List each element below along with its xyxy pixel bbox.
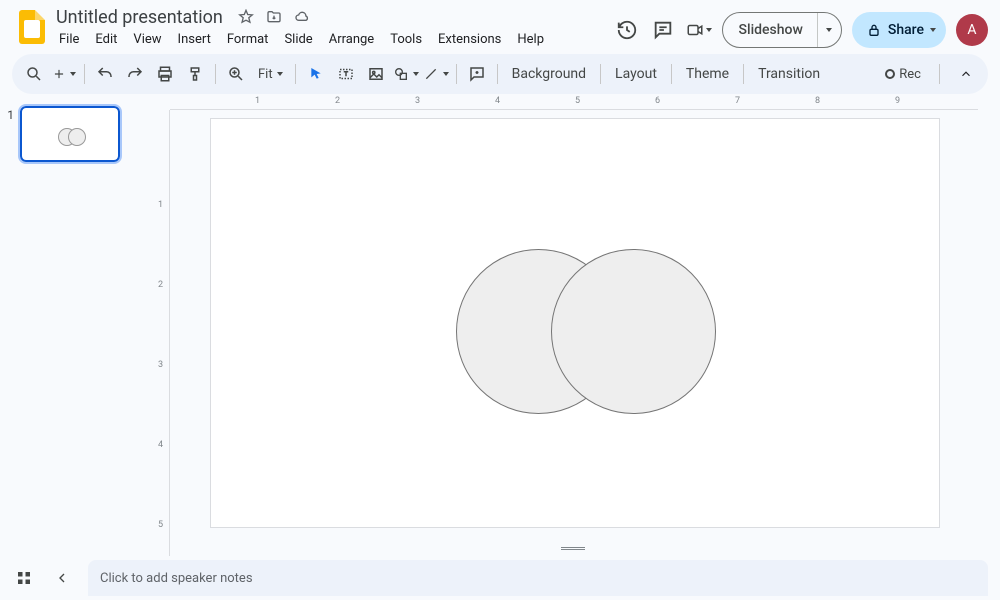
separator xyxy=(600,64,601,84)
speaker-notes-input[interactable]: Click to add speaker notes xyxy=(88,560,988,596)
slide-canvas[interactable] xyxy=(210,118,940,528)
move-folder-icon[interactable] xyxy=(265,8,283,26)
menu-format[interactable]: Format xyxy=(220,30,276,49)
grid-view-icon[interactable] xyxy=(12,566,36,590)
transition-button[interactable]: Transition xyxy=(750,60,828,88)
menu-edit[interactable]: Edit xyxy=(88,30,124,49)
menu-insert[interactable]: Insert xyxy=(171,30,218,49)
explore-collapse-icon[interactable] xyxy=(50,566,74,590)
menu-bar: File Edit View Insert Format Slide Arran… xyxy=(52,28,614,50)
menu-help[interactable]: Help xyxy=(510,30,551,49)
header-right: Slideshow Share A xyxy=(614,6,988,48)
slideshow-dropdown[interactable] xyxy=(817,13,841,47)
separator xyxy=(456,64,457,84)
separator xyxy=(215,64,216,84)
select-tool-icon[interactable] xyxy=(302,60,330,88)
canvas-area: 1 1 2 3 4 5 6 7 8 9 1 2 3 4 5 xyxy=(146,94,1000,556)
share-dropdown-icon xyxy=(930,28,936,32)
menu-extensions[interactable]: Extensions xyxy=(431,30,508,49)
new-slide-button[interactable] xyxy=(50,60,78,88)
cloud-status-icon[interactable] xyxy=(293,8,311,26)
title-row: Untitled presentation xyxy=(52,6,614,28)
search-menus-icon[interactable] xyxy=(20,60,48,88)
background-button[interactable]: Background xyxy=(504,60,594,88)
collapse-toolbar-icon[interactable] xyxy=(952,60,980,88)
share-button[interactable]: Share xyxy=(852,12,946,48)
slideshow-button[interactable]: Slideshow xyxy=(722,12,842,48)
menu-arrange[interactable]: Arrange xyxy=(322,30,381,49)
toolbar-wrap: Fit Background Layout Theme Transition R… xyxy=(0,50,1000,94)
slides-logo[interactable] xyxy=(19,10,45,44)
separator xyxy=(84,64,85,84)
separator xyxy=(295,64,296,84)
image-icon[interactable] xyxy=(362,60,390,88)
account-avatar[interactable]: A xyxy=(956,14,988,46)
ruler-vertical[interactable]: 1 2 3 4 5 xyxy=(154,110,170,556)
toolbar-right: Rec xyxy=(879,60,980,88)
paint-format-icon[interactable] xyxy=(181,60,209,88)
separator xyxy=(671,64,672,84)
share-label: Share xyxy=(888,22,924,38)
thumb-circle-2 xyxy=(68,128,86,146)
ruler-horizontal[interactable]: 1 1 2 3 4 5 6 7 8 9 xyxy=(170,94,978,110)
thumbnail-panel: 1 xyxy=(0,94,146,556)
separator xyxy=(497,64,498,84)
zoom-select[interactable]: Fit xyxy=(252,60,289,88)
line-icon[interactable] xyxy=(422,60,450,88)
star-icon[interactable] xyxy=(237,8,255,26)
shape-icon[interactable] xyxy=(392,60,420,88)
oval-shape-2[interactable] xyxy=(551,249,716,414)
theme-button[interactable]: Theme xyxy=(678,60,737,88)
menu-slide[interactable]: Slide xyxy=(277,30,319,49)
menu-file[interactable]: File xyxy=(52,30,86,49)
comment-icon[interactable] xyxy=(650,17,676,43)
record-icon xyxy=(885,69,895,79)
redo-icon[interactable] xyxy=(121,60,149,88)
textbox-icon[interactable] xyxy=(332,60,360,88)
toolbar: Fit Background Layout Theme Transition R… xyxy=(12,54,988,94)
menu-tools[interactable]: Tools xyxy=(383,30,429,49)
meet-icon[interactable] xyxy=(686,17,712,43)
notes-resize-handle[interactable] xyxy=(561,547,585,550)
layout-button[interactable]: Layout xyxy=(607,60,665,88)
slide-thumbnail-1[interactable] xyxy=(20,106,120,162)
workspace: 1 1 1 2 3 4 5 6 7 8 9 1 2 3 4 5 xyxy=(0,94,1000,556)
logo-column xyxy=(12,6,52,44)
app-header: Untitled presentation File Edit View Ins… xyxy=(0,0,1000,50)
thumb-number: 1 xyxy=(0,106,20,556)
history-icon[interactable] xyxy=(614,17,640,43)
lock-icon xyxy=(866,22,882,38)
bottom-bar: Click to add speaker notes xyxy=(0,556,1000,600)
print-icon[interactable] xyxy=(151,60,179,88)
separator xyxy=(939,64,940,84)
menu-view[interactable]: View xyxy=(126,30,168,49)
title-area: Untitled presentation File Edit View Ins… xyxy=(52,6,614,50)
undo-icon[interactable] xyxy=(91,60,119,88)
zoom-icon[interactable] xyxy=(222,60,250,88)
comment-add-icon[interactable] xyxy=(463,60,491,88)
slideshow-label: Slideshow xyxy=(723,22,817,38)
rec-button[interactable]: Rec xyxy=(879,60,927,88)
doc-title[interactable]: Untitled presentation xyxy=(52,7,227,28)
notes-placeholder: Click to add speaker notes xyxy=(100,571,253,586)
separator xyxy=(743,64,744,84)
